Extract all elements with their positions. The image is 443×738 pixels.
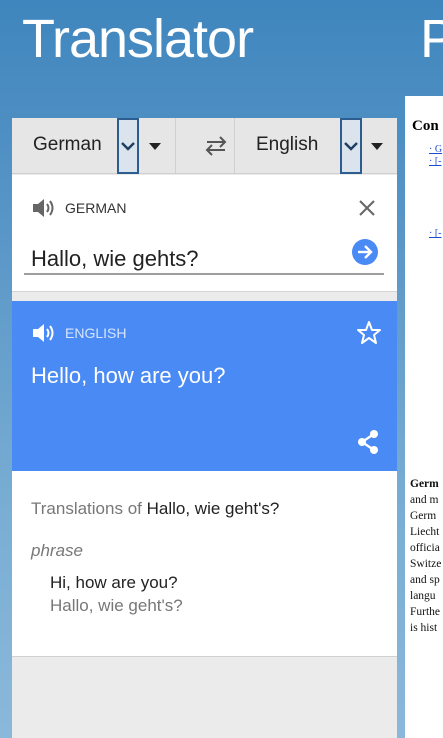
- next-page-title: P: [420, 9, 443, 69]
- translations-query: Hallo, wie geht's?: [146, 499, 280, 518]
- next-page-preview[interactable]: Con · G · [- · [- Germ and m Germ Liecht…: [405, 96, 443, 738]
- swap-arrows-icon: [205, 136, 227, 156]
- chevron-down-icon: [344, 142, 358, 151]
- peek-link[interactable]: · [-: [429, 228, 442, 239]
- swap-languages-button[interactable]: [188, 118, 244, 174]
- translations-heading: Translations of Hallo, wie geht's?: [31, 499, 279, 519]
- source-language-dropdown-button[interactable]: [117, 118, 139, 174]
- translated-text: Hello, how are you?: [31, 363, 226, 388]
- peek-line: and m: [410, 494, 439, 506]
- peek-line: Liecht: [410, 526, 440, 538]
- peek-link[interactable]: · G: [429, 144, 442, 155]
- translations-heading-prefix: Translations of: [31, 499, 142, 518]
- divider: [234, 118, 235, 174]
- part-of-speech-label: phrase: [31, 541, 83, 560]
- peek-line: Germ: [410, 478, 439, 490]
- source-language-select[interactable]: German: [33, 134, 102, 156]
- app-title: Translator: [22, 9, 254, 69]
- source-language-label: GERMAN: [65, 200, 127, 216]
- close-icon[interactable]: [358, 199, 376, 217]
- translation-entry[interactable]: Hi, how are you?: [50, 573, 178, 593]
- share-icon[interactable]: [354, 428, 382, 456]
- translations-card: Translations of Hallo, wie geht's? phras…: [12, 471, 397, 657]
- peek-body-text: Germ and m Germ Liecht officia Switze an…: [410, 476, 443, 636]
- peek-line: Switze: [410, 558, 442, 570]
- source-text-input[interactable]: Hallo, wie gehts?: [31, 246, 199, 272]
- result-language-label: ENGLISH: [65, 325, 127, 341]
- peek-line: and sp: [410, 574, 440, 586]
- star-outline-icon[interactable]: [356, 320, 382, 346]
- speaker-icon[interactable]: [31, 197, 57, 219]
- speaker-icon[interactable]: [31, 322, 57, 344]
- source-language-caret-icon[interactable]: [149, 143, 161, 150]
- language-bar: German English: [12, 118, 397, 174]
- peek-line: Germ: [410, 510, 437, 522]
- chevron-down-icon: [121, 142, 135, 151]
- peek-line: langu: [410, 590, 436, 602]
- target-language-dropdown-button[interactable]: [340, 118, 362, 174]
- peek-line: officia: [410, 542, 440, 554]
- input-underline: [24, 273, 384, 275]
- peek-line: Furthe: [410, 606, 441, 618]
- peek-line: is hist: [410, 622, 438, 634]
- target-language-caret-icon[interactable]: [371, 143, 383, 150]
- arrow-right-circle-icon[interactable]: [351, 238, 379, 266]
- translator-panel: German English GERMAN Hallo, wie gehts? …: [12, 118, 397, 738]
- peek-link[interactable]: · [-: [429, 156, 442, 167]
- divider: [175, 118, 176, 174]
- target-language-select[interactable]: English: [256, 134, 318, 156]
- source-input-card: GERMAN Hallo, wie gehts?: [12, 175, 397, 292]
- peek-heading: Con: [412, 118, 439, 134]
- translation-result-card: ENGLISH Hello, how are you?: [12, 301, 397, 471]
- reverse-translation: Hallo, wie geht's?: [50, 596, 183, 615]
